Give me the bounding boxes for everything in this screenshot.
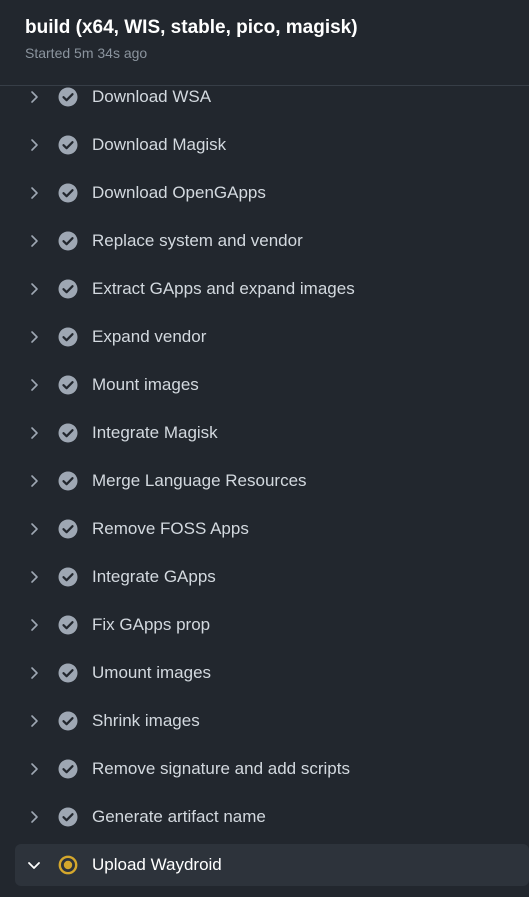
check-circle-icon [58, 807, 78, 827]
steps-list: Download WSA Download Magisk Download Op… [0, 73, 529, 897]
step-label: Remove FOSS Apps [92, 519, 249, 538]
chevron-right-icon[interactable] [27, 282, 41, 296]
chevron-right-icon[interactable] [27, 378, 41, 392]
step-integrate-gapps[interactable]: Integrate GApps [15, 553, 529, 601]
job-title: build (x64, WIS, stable, pico, magisk) [25, 17, 358, 38]
step-shrink-images[interactable]: Shrink images [15, 697, 529, 745]
check-circle-icon [58, 471, 78, 491]
step-extract-gapps[interactable]: Extract GApps and expand images [15, 265, 529, 313]
check-circle-icon [58, 231, 78, 251]
check-circle-icon [58, 375, 78, 395]
chevron-right-icon[interactable] [27, 762, 41, 776]
job-log-panel: build (x64, WIS, stable, pico, magisk) S… [0, 0, 529, 897]
step-label: Merge Language Resources [92, 471, 307, 490]
step-label: Replace system and vendor [92, 231, 303, 250]
step-label: Generate artifact name [92, 807, 266, 826]
step-label: Download Magisk [92, 135, 227, 154]
check-circle-icon [58, 519, 78, 539]
step-remove-signature[interactable]: Remove signature and add scripts [15, 745, 529, 793]
step-replace-system-vendor[interactable]: Replace system and vendor [15, 217, 529, 265]
step-fix-gapps-prop[interactable]: Fix GApps prop [15, 601, 529, 649]
step-label: Download WSA [92, 87, 212, 106]
chevron-right-icon[interactable] [27, 570, 41, 584]
step-label: Remove signature and add scripts [92, 759, 350, 778]
chevron-right-icon[interactable] [27, 474, 41, 488]
step-download-magisk[interactable]: Download Magisk [15, 121, 529, 169]
chevron-right-icon[interactable] [27, 618, 41, 632]
step-label: Download OpenGApps [92, 183, 266, 202]
chevron-right-icon[interactable] [27, 330, 41, 344]
check-circle-icon [58, 87, 78, 107]
step-label: Extract GApps and expand images [92, 279, 355, 298]
step-label: Shrink images [92, 711, 200, 730]
step-label: Integrate Magisk [92, 423, 218, 442]
step-remove-foss-apps[interactable]: Remove FOSS Apps [15, 505, 529, 553]
step-umount-images[interactable]: Umount images [15, 649, 529, 697]
chevron-right-icon[interactable] [27, 714, 41, 728]
check-circle-icon [58, 327, 78, 347]
check-circle-icon [58, 567, 78, 587]
step-mount-images[interactable]: Mount images [15, 361, 529, 409]
step-download-opengapps[interactable]: Download OpenGApps [15, 169, 529, 217]
check-circle-icon [58, 663, 78, 683]
step-label: Fix GApps prop [92, 615, 211, 634]
step-label: Umount images [92, 663, 212, 682]
check-circle-icon [58, 711, 78, 731]
chevron-right-icon[interactable] [27, 138, 41, 152]
check-circle-icon [58, 135, 78, 155]
step-integrate-magisk[interactable]: Integrate Magisk [15, 409, 529, 457]
chevron-right-icon[interactable] [27, 810, 41, 824]
step-label: Integrate GApps [92, 567, 216, 586]
job-header: build (x64, WIS, stable, pico, magisk) S… [0, 0, 529, 86]
chevron-right-icon[interactable] [27, 426, 41, 440]
step-expand-vendor[interactable]: Expand vendor [15, 313, 529, 361]
check-circle-icon [58, 279, 78, 299]
step-generate-artifact-name[interactable]: Generate artifact name [15, 793, 529, 841]
job-started-time: Started 5m 34s ago [25, 45, 148, 61]
in-progress-icon [58, 855, 78, 875]
chevron-right-icon[interactable] [27, 522, 41, 536]
check-circle-icon [58, 615, 78, 635]
step-label: Expand vendor [92, 327, 207, 346]
step-label: Mount images [92, 375, 199, 394]
step-label: Upload Waydroid [92, 855, 222, 874]
step-merge-language-resources[interactable]: Merge Language Resources [15, 457, 529, 505]
chevron-down-icon[interactable] [27, 858, 41, 872]
check-circle-icon [58, 183, 78, 203]
check-circle-icon [58, 423, 78, 443]
chevron-right-icon[interactable] [27, 90, 41, 104]
chevron-right-icon[interactable] [27, 666, 41, 680]
chevron-right-icon[interactable] [27, 186, 41, 200]
chevron-right-icon[interactable] [27, 234, 41, 248]
check-circle-icon [58, 759, 78, 779]
step-upload-waydroid[interactable]: Upload Waydroid [15, 844, 529, 886]
